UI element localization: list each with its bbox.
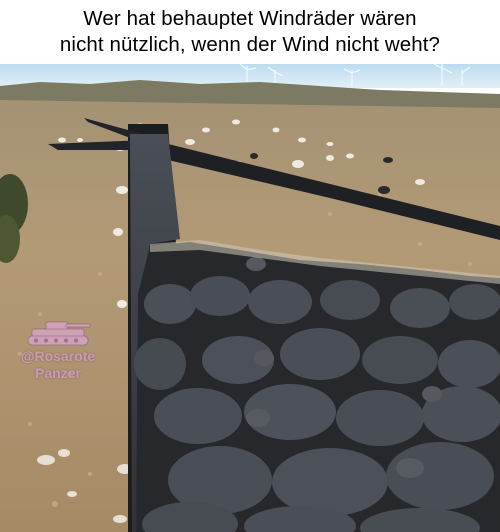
tank-icon — [27, 321, 91, 346]
caption-line-1: Wer hat behauptet Windräder wären — [83, 7, 417, 30]
caption: Wer hat behauptet Windräder wären nicht … — [0, 0, 500, 64]
meme-image: Wer hat behauptet Windräder wären nicht … — [0, 0, 500, 532]
caption-line-2: nicht nützlich, wenn der Wind nicht weht… — [59, 33, 441, 56]
photo-sheep-in-windmill-shadow — [0, 64, 500, 532]
watermark-handle: @Rosarote — [20, 348, 96, 364]
watermark: @Rosarote Panzer — [8, 318, 108, 390]
watermark-name: Panzer — [35, 365, 81, 381]
